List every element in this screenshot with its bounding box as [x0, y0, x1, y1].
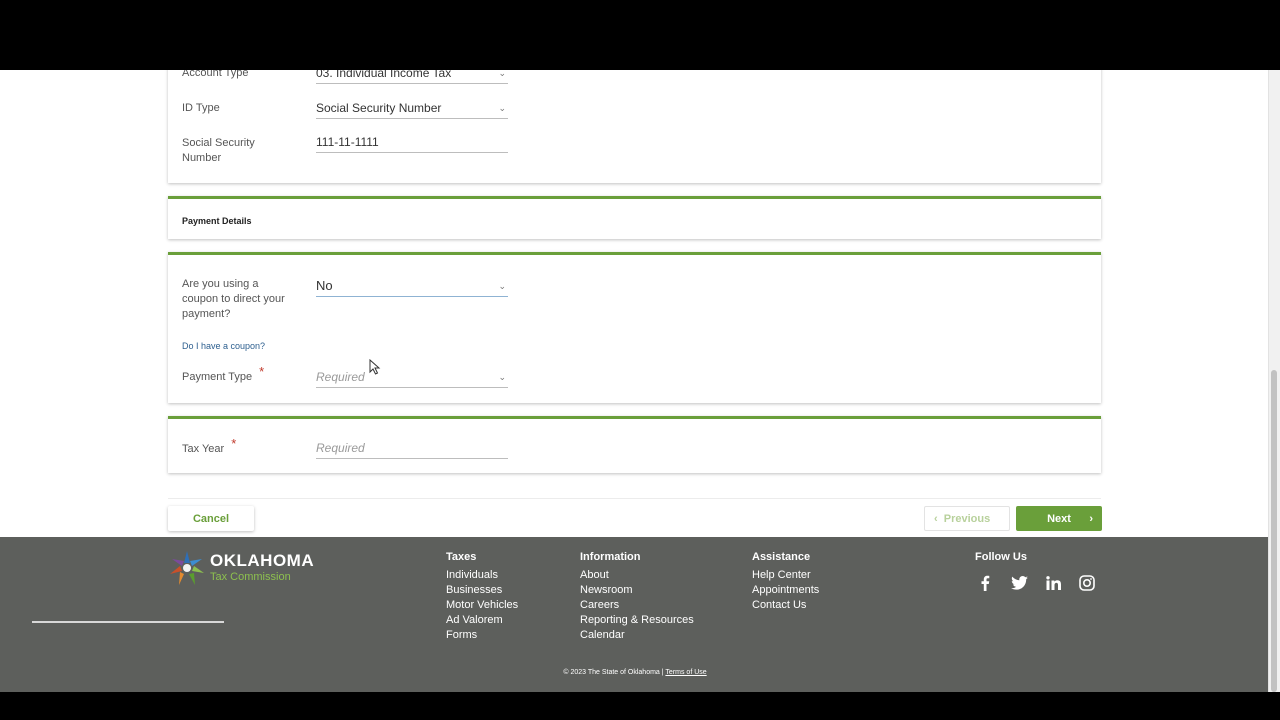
logo-subtitle: Tax Commission: [210, 571, 291, 583]
cancel-button[interactable]: Cancel: [168, 506, 254, 531]
footer-link-about[interactable]: About: [580, 568, 694, 583]
chevron-down-icon: ⌄: [498, 70, 506, 78]
footer-follow-column: Follow Us: [975, 551, 1027, 568]
payment-type-placeholder: Required: [316, 370, 365, 384]
payment-type-text: Payment Type: [182, 371, 253, 383]
footer-assistance-column: Assistance Help Center Appointments Cont…: [752, 551, 819, 613]
footer-follow-heading: Follow Us: [975, 551, 1027, 563]
terms-of-use-link[interactable]: Terms of Use: [665, 669, 706, 676]
scrollbar-track[interactable]: [1268, 70, 1280, 692]
tax-year-placeholder: Required: [316, 441, 365, 455]
footer-link-reporting-resources[interactable]: Reporting & Resources: [580, 613, 694, 628]
page-viewport: Account Type 03. Individual Income Tax ⌄…: [0, 70, 1280, 692]
copyright-label: © 2023 The State of Oklahoma |: [563, 669, 664, 676]
payment-type-label: Payment Type *: [182, 364, 264, 385]
account-type-select[interactable]: 03. Individual Income Tax ⌄: [316, 70, 508, 84]
account-info-card: Account Type 03. Individual Income Tax ⌄…: [168, 70, 1101, 183]
footer-link-individuals[interactable]: Individuals: [446, 568, 518, 583]
ssn-label: Social Security Number: [182, 137, 255, 164]
next-button[interactable]: Next ›: [1016, 506, 1102, 531]
previous-button[interactable]: ‹ Previous: [924, 506, 1010, 531]
footer-link-help-center[interactable]: Help Center: [752, 568, 819, 583]
footer-assistance-heading: Assistance: [752, 551, 811, 563]
id-type-label: ID Type: [182, 102, 220, 114]
footer-information-column: Information About Newsroom Careers Repor…: [580, 551, 694, 643]
id-type-value: Social Security Number: [316, 101, 442, 115]
required-asterisk: *: [231, 436, 237, 451]
tax-year-label: Tax Year *: [182, 436, 236, 457]
footer-information-heading: Information: [580, 551, 641, 563]
site-footer: OKLAHOMA Tax Commission Taxes Individual…: [0, 537, 1270, 692]
footer-link-newsroom[interactable]: Newsroom: [580, 583, 694, 598]
footer-link-forms[interactable]: Forms: [446, 628, 518, 643]
oklahoma-tax-commission-logo[interactable]: OKLAHOMA Tax Commission: [168, 549, 314, 589]
chevron-left-icon: ‹: [934, 512, 938, 525]
logo-title: OKLAHOMA: [210, 551, 315, 570]
copyright-text: © 2023 The State of Oklahoma | Terms of …: [0, 669, 1270, 676]
social-icons: [975, 573, 1097, 593]
logo-emblem-icon: [170, 551, 204, 585]
footer-link-businesses[interactable]: Businesses: [446, 583, 518, 598]
footer-taxes-heading: Taxes: [446, 551, 477, 563]
payment-type-select[interactable]: Required ⌄: [316, 368, 508, 388]
chevron-down-icon: ⌄: [498, 281, 506, 291]
ssn-input[interactable]: 111-11-1111: [316, 133, 508, 153]
mouse-cursor-icon: [369, 359, 381, 375]
account-type-label: Account Type: [182, 70, 249, 79]
required-asterisk: *: [259, 364, 265, 379]
scrollbar-thumb[interactable]: [1271, 370, 1277, 692]
coupon-select[interactable]: No ⌄: [316, 277, 508, 297]
tax-year-text: Tax Year: [182, 443, 225, 455]
form-divider: [168, 498, 1101, 499]
twitter-icon[interactable]: [1009, 573, 1029, 593]
account-type-value: 03. Individual Income Tax: [316, 70, 452, 80]
facebook-icon[interactable]: [975, 573, 995, 593]
tax-year-input[interactable]: Required: [316, 439, 508, 459]
chevron-right-icon: ›: [1089, 512, 1093, 525]
payment-details-card: Payment Details: [168, 196, 1101, 239]
footer-link-motor-vehicles[interactable]: Motor Vehicles: [446, 598, 518, 613]
id-type-select[interactable]: Social Security Number ⌄: [316, 99, 508, 119]
coupon-card: Are you using a coupon to direct your pa…: [168, 252, 1101, 403]
cancel-label: Cancel: [192, 512, 230, 525]
coupon-question-label: Are you using a coupon to direct your pa…: [182, 278, 285, 320]
coupon-value: No: [316, 278, 333, 293]
chevron-down-icon: ⌄: [498, 103, 506, 113]
footer-link-contact-us[interactable]: Contact Us: [752, 598, 819, 613]
footer-taxes-column: Taxes Individuals Businesses Motor Vehic…: [446, 551, 518, 643]
footer-link-ad-valorem[interactable]: Ad Valorem: [446, 613, 518, 628]
next-label: Next: [1047, 512, 1071, 525]
coupon-help-link[interactable]: Do I have a coupon?: [182, 341, 265, 351]
chevron-down-icon: ⌄: [498, 372, 506, 382]
footer-link-careers[interactable]: Careers: [580, 598, 694, 613]
previous-label: Previous: [943, 512, 991, 525]
payment-details-title: Payment Details: [182, 216, 252, 226]
instagram-icon[interactable]: [1077, 573, 1097, 593]
video-progress-bar: [32, 621, 224, 623]
footer-link-appointments[interactable]: Appointments: [752, 583, 819, 598]
linkedin-icon[interactable]: [1043, 573, 1063, 593]
ssn-value: 111-11-1111: [316, 135, 379, 149]
tax-year-card: Tax Year * Required: [168, 416, 1101, 473]
footer-link-calendar[interactable]: Calendar: [580, 628, 694, 643]
